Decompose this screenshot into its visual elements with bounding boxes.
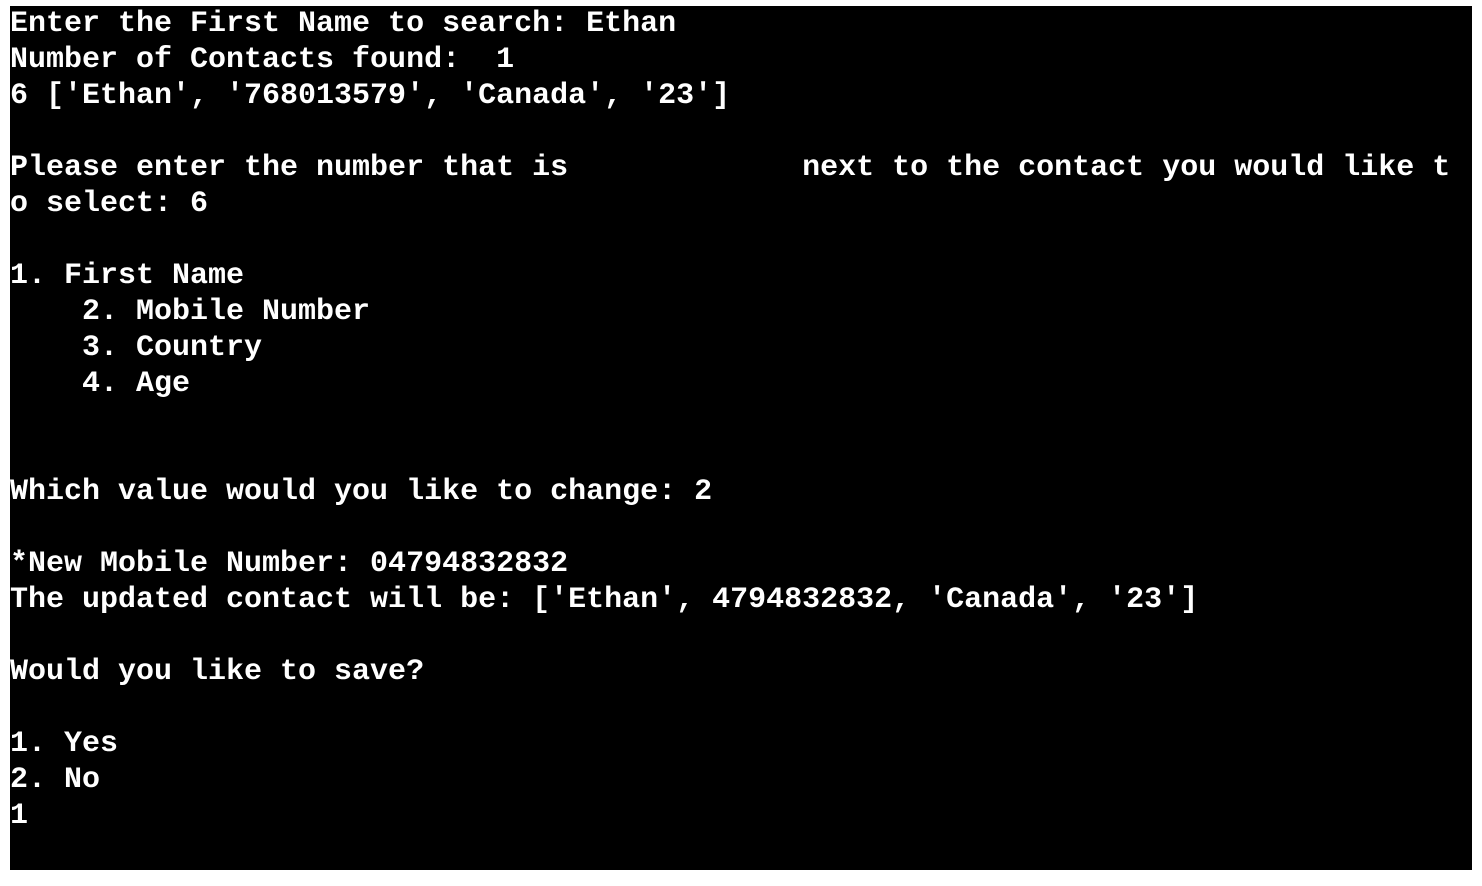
select-prompt-line: Please enter the number that is next to … [10, 151, 1451, 185]
field-option-first-name: 1. First Name [10, 259, 245, 293]
save-option-no: 2. No [10, 763, 101, 797]
terminal-window[interactable]: Enter the First Name to search: Ethan Nu… [10, 6, 1472, 870]
save-prompt-line: Would you like to save? [10, 655, 425, 689]
terminal-output: Enter the First Name to search: Ethan Nu… [10, 6, 1450, 834]
save-option-yes: 1. Yes [10, 727, 119, 761]
contact-result-line: 6 ['Ethan', '768013579', 'Canada', '23'] [10, 79, 731, 113]
select-prompt-line-wrap: o select: 6 [10, 187, 209, 221]
change-prompt-line: Which value would you like to change: 2 [10, 475, 713, 509]
field-option-age: 4. Age [82, 367, 191, 401]
search-prompt-line: Enter the First Name to search: Ethan [10, 7, 677, 41]
new-mobile-prompt-line: *New Mobile Number: 04794832832 [10, 547, 569, 581]
contacts-found-line: Number of Contacts found: 1 [10, 43, 515, 77]
save-input-line[interactable]: 1 [10, 798, 1450, 834]
updated-contact-line: The updated contact will be: ['Ethan', 4… [10, 583, 1199, 617]
field-option-mobile-number: 2. Mobile Number [82, 295, 371, 329]
field-option-country: 3. Country [82, 331, 263, 365]
